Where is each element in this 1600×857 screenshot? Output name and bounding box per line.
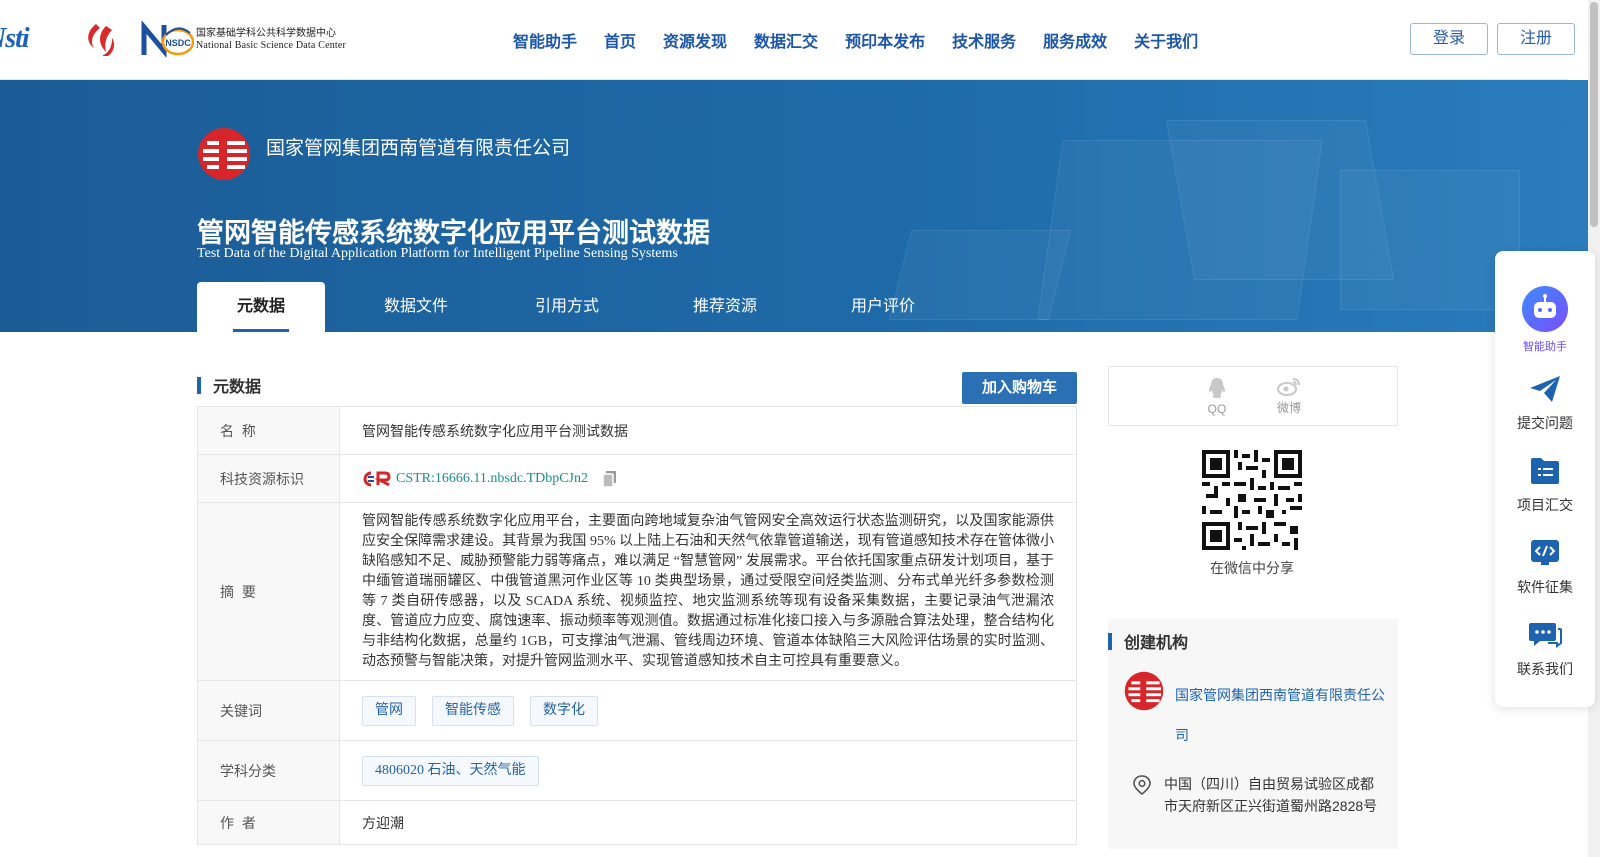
table-row: 学科分类 4806020 石油、天然气能: [197, 741, 1077, 801]
organization-name[interactable]: 国家管网集团西南管道有限责任公司: [266, 133, 570, 160]
qr-caption: 在微信中分享: [1210, 560, 1294, 576]
paper-plane-icon: [1530, 376, 1560, 402]
float-label: 软件征集: [1517, 579, 1573, 595]
nav-tech-service[interactable]: 技术服务: [952, 28, 1016, 52]
keyword-chip[interactable]: 数字化: [530, 695, 598, 726]
float-label: 提交问题: [1517, 415, 1573, 431]
creator-organization-panel: 创建机构 国家管网集团西南管道有限责任公司 中国（四川）自由贸易试验区成都市天府…: [1108, 619, 1398, 849]
abstract-text: 管网智能传感系统数字化应用平台，主要面向跨地域复杂油气管网安全高效运行状态监测研…: [362, 513, 1054, 669]
login-button[interactable]: 登录: [1410, 23, 1488, 55]
scrollbar-thumb[interactable]: [1590, 2, 1598, 227]
tab-reviews[interactable]: 用户评价: [805, 282, 961, 332]
table-row: 摘 要 管网智能传感系统数字化应用平台，主要面向跨地域复杂油气管网安全高效运行状…: [197, 503, 1077, 681]
nsdc-logo-text: 国家基础学科公共科学数据中心 National Basic Science Da…: [196, 28, 346, 52]
floating-tools-panel: 智能助手 提交问题 项目汇交 软件征集 联系我们: [1495, 251, 1595, 707]
metadata-heading-text: 元数据: [213, 379, 262, 396]
nsdc-cn-name: 国家基础学科公共科学数据中心: [196, 28, 336, 39]
cstr-link[interactable]: CSTR:16666.11.nbsdc.TDbpCJn2: [396, 471, 588, 487]
cstr-logo-icon: [363, 471, 391, 486]
tab-data-files[interactable]: 数据文件: [325, 282, 489, 332]
banner-decoration: [1340, 170, 1520, 310]
main-nav: 智能助手 首页 资源发现 数据汇交 预印本发布 技术服务 服务成效 关于我们: [513, 0, 1225, 80]
org-panel-heading: 创建机构: [1108, 629, 1188, 653]
folder-list-icon: [1531, 458, 1559, 484]
cstr-cell: CSTR:16666.11.nbsdc.TDbpCJn2: [340, 455, 1076, 502]
qq-icon: [1208, 377, 1226, 398]
subject-chip[interactable]: 4806020 石油、天然气能: [362, 755, 539, 786]
share-weibo-label: 微博: [1276, 401, 1301, 415]
robot-icon: [1522, 286, 1568, 332]
keywords-cell: 管网 智能传感 数字化: [340, 681, 1076, 740]
row-label: 学科分类: [198, 741, 340, 800]
nav-about[interactable]: 关于我们: [1134, 28, 1198, 52]
metadata-table: 名 称 管网智能传感系统数字化应用平台测试数据 科技资源标识 CSTR:1666…: [197, 406, 1077, 845]
nav-ai-assistant[interactable]: 智能助手: [513, 28, 577, 52]
dataset-banner: 国家管网集团西南管道有限责任公司 管网智能传感系统数字化应用平台测试数据 Tes…: [0, 80, 1588, 332]
float-label: 项目汇交: [1517, 497, 1573, 513]
org-address: 中国（四川）自由贸易试验区成都市天府新区正兴街道蜀州路2828号: [1164, 776, 1378, 814]
nav-preprint[interactable]: 预印本发布: [845, 28, 925, 52]
dataset-title: 管网智能传感系统数字化应用平台测试数据: [197, 218, 710, 248]
share-weibo[interactable]: 微博: [1253, 376, 1325, 416]
float-label: 联系我们: [1517, 661, 1573, 677]
nsdc-logo[interactable]: NSDC 国家基础学科公共科学数据中心 National Basic Scien…: [136, 21, 346, 59]
metadata-section-heading: 元数据: [197, 372, 261, 398]
share-box: QQ 微博: [1108, 366, 1398, 426]
float-contact-us[interactable]: 联系我们: [1495, 620, 1595, 679]
dataset-subtitle: Test Data of the Digital Application Pla…: [197, 246, 678, 261]
float-software-collection[interactable]: 软件征集: [1495, 538, 1595, 597]
subject-cell: 4806020 石油、天然气能: [340, 741, 1076, 800]
chat-bubble-icon: [1529, 623, 1562, 648]
organization-logo: [1124, 671, 1164, 711]
float-label: 智能助手: [1523, 341, 1567, 353]
nsdc-emblem-icon: NSDC: [141, 21, 194, 58]
tab-recommended[interactable]: 推荐资源: [645, 282, 805, 332]
float-ai-assistant[interactable]: 智能助手: [1495, 285, 1595, 354]
share-qq[interactable]: QQ: [1181, 377, 1253, 416]
register-button[interactable]: 注册: [1497, 23, 1575, 55]
dataset-tabs: 元数据 数据文件 引用方式 推荐资源 用户评价: [197, 282, 961, 332]
nsti-logo[interactable]: Nsti: [0, 23, 66, 57]
nav-data-submission[interactable]: 数据汇交: [754, 28, 818, 52]
institution-logo[interactable]: [82, 22, 122, 58]
organization-logo: [198, 128, 250, 180]
nav-home[interactable]: 首页: [604, 28, 636, 52]
nav-resource-discovery[interactable]: 资源发现: [663, 28, 727, 52]
float-project-submission[interactable]: 项目汇交: [1495, 456, 1595, 515]
table-row: 名 称 管网智能传感系统数字化应用平台测试数据: [197, 407, 1077, 455]
table-row: 作 者 方迎潮: [197, 801, 1077, 845]
keyword-chip[interactable]: 管网: [362, 695, 416, 726]
author-value[interactable]: 方迎潮: [340, 801, 1076, 844]
location-pin-icon: [1133, 775, 1151, 796]
add-to-cart-button[interactable]: 加入购物车: [962, 372, 1077, 404]
wechat-qr-code: [1202, 450, 1302, 550]
weibo-icon: [1277, 378, 1300, 396]
row-label: 名 称: [198, 407, 340, 454]
top-navigation-bar: Nsti NSDC 国家基础学科公共科学数据中心 National Basic …: [0, 0, 1575, 80]
row-label: 科技资源标识: [198, 455, 340, 502]
row-label: 摘 要: [198, 503, 340, 680]
heading-accent-bar: [1108, 632, 1112, 650]
table-row: 科技资源标识 CSTR:16666.11.nbsdc.TDbpCJn2: [197, 455, 1077, 503]
tab-citation[interactable]: 引用方式: [489, 282, 645, 332]
copy-icon[interactable]: [602, 470, 618, 488]
tab-metadata[interactable]: 元数据: [197, 282, 325, 332]
share-qq-label: QQ: [1207, 401, 1227, 416]
logo-group: Nsti NSDC 国家基础学科公共科学数据中心 National Basic …: [0, 20, 346, 60]
org-heading-text: 创建机构: [1124, 635, 1189, 652]
table-row: 关键词 管网 智能传感 数字化: [197, 681, 1077, 741]
nav-achievements[interactable]: 服务成效: [1043, 28, 1107, 52]
float-submit-question[interactable]: 提交问题: [1495, 374, 1595, 433]
nsdc-mark-text: NSDC: [165, 38, 191, 48]
nsdc-en-name: National Basic Science Data Center: [196, 40, 347, 51]
dataset-name-value: 管网智能传感系统数字化应用平台测试数据: [362, 424, 628, 440]
heading-accent-bar: [197, 376, 201, 394]
keyword-chip[interactable]: 智能传感: [432, 695, 514, 726]
nsti-logo-text: Nsti: [0, 23, 30, 54]
row-label: 作 者: [198, 801, 340, 844]
org-name-link[interactable]: 国家管网集团西南管道有限责任公司: [1175, 675, 1385, 755]
code-icon: [1531, 540, 1559, 565]
row-label: 关键词: [198, 681, 340, 740]
